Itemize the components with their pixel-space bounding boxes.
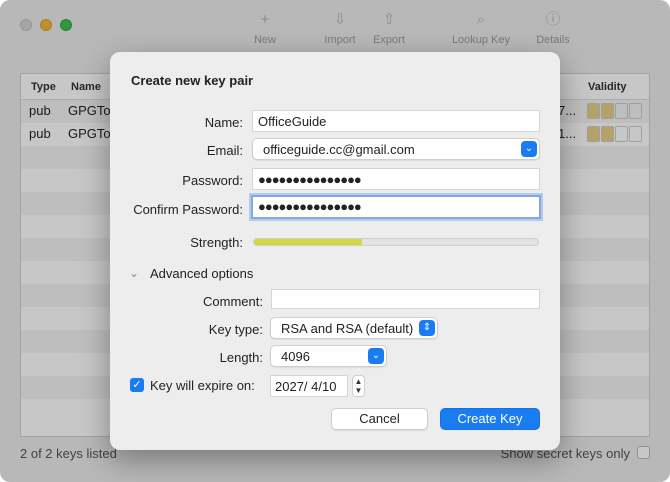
strength-meter	[253, 238, 539, 246]
advanced-options-toggle[interactable]: Advanced options	[150, 266, 253, 281]
date-stepper[interactable]: ▲ ▼	[352, 375, 365, 397]
email-label: Email:	[206, 143, 243, 158]
expire-date-field[interactable]: 2027/ 4/10	[270, 375, 348, 397]
password-label: Password:	[182, 173, 243, 188]
comment-label: Comment:	[203, 294, 263, 309]
key-type-select[interactable]: RSA and RSA (default) ⇕	[270, 317, 438, 339]
confirm-password-label: Confirm Password:	[133, 202, 243, 217]
length-select[interactable]: 4096 ⌄	[270, 345, 387, 367]
key-type-label: Key type:	[208, 322, 263, 337]
strength-label: Strength:	[190, 235, 243, 250]
expire-label[interactable]: Key will expire on:	[150, 378, 255, 393]
chevron-down-icon: ⌄	[368, 348, 384, 364]
disclosure-chevron-icon[interactable]: ⌄	[129, 266, 139, 280]
comment-field[interactable]	[271, 289, 540, 309]
strength-meter-fill	[254, 239, 362, 245]
name-label: Name:	[204, 115, 243, 130]
password-field[interactable]: ●●●●●●●●●●●●●●●	[252, 168, 540, 190]
cancel-button[interactable]: Cancel	[331, 408, 428, 430]
dialog-title: Create new key pair	[131, 73, 254, 88]
chevron-down-icon[interactable]: ⌄	[521, 141, 537, 157]
name-field[interactable]: OfficeGuide	[252, 110, 540, 132]
length-value: 4096	[281, 349, 310, 364]
key-type-value: RSA and RSA (default)	[281, 321, 414, 336]
email-value: officeguide.cc@gmail.com	[263, 142, 415, 157]
email-combo[interactable]: officeguide.cc@gmail.com ⌄	[252, 138, 540, 160]
confirm-password-field[interactable]: ●●●●●●●●●●●●●●●	[251, 195, 541, 219]
create-key-pair-dialog: Create new key pair Name: OfficeGuide Em…	[110, 52, 560, 450]
expire-checkbox[interactable]: ✓	[130, 378, 144, 392]
length-label: Length:	[219, 350, 263, 365]
create-key-button[interactable]: Create Key	[440, 408, 540, 430]
up-down-chevron-icon: ⇕	[419, 320, 435, 336]
